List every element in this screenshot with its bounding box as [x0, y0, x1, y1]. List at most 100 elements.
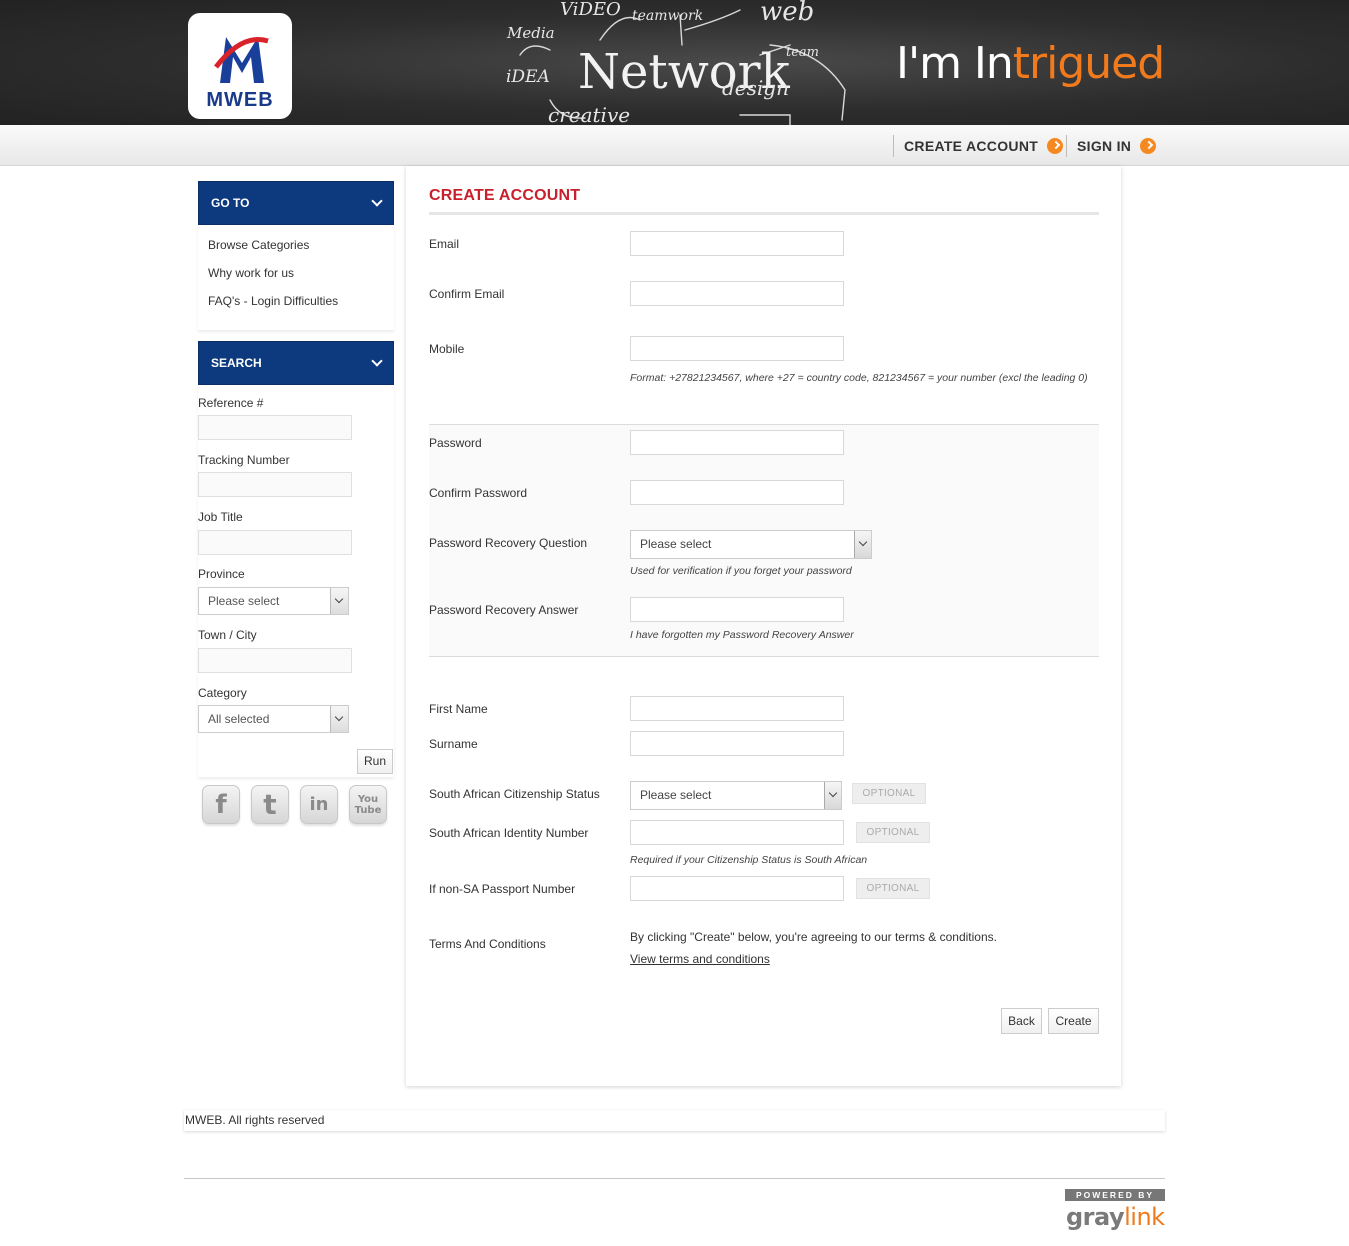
twitter-icon[interactable]: t [251, 785, 289, 824]
arrow-right-icon [1047, 138, 1064, 154]
create-account-label: CREATE ACCOUNT [904, 138, 1039, 154]
chevron-down-icon [371, 355, 383, 367]
top-nav-bar: CREATE ACCOUNT SIGN IN [0, 125, 1349, 166]
town-city-input[interactable] [198, 648, 352, 673]
mweb-logo[interactable]: MWEB [188, 13, 292, 119]
citizenship-value: Please select [640, 788, 712, 802]
job-title-label: Job Title [198, 510, 243, 524]
site-header: MWEB ViDEO teamwork web Media team iDEA … [0, 0, 1349, 125]
section-divider [429, 656, 1099, 657]
reference-label: Reference # [198, 396, 264, 410]
chalkboard-illustration: ViDEO teamwork web Media team iDEA Netwo… [506, 0, 846, 125]
province-select[interactable]: Please select [198, 587, 349, 615]
mobile-hint: Format: +27821234567, where +27 = countr… [630, 372, 1088, 384]
first-name-label: First Name [429, 702, 488, 716]
town-city-label: Town / City [198, 628, 257, 642]
graylink-logo[interactable]: graylink [1066, 1203, 1165, 1231]
copyright-text: MWEB. All rights reserved [185, 1113, 325, 1127]
sidebar-item-browse-categories[interactable]: Browse Categories [208, 238, 394, 266]
graylink-accent: link [1124, 1203, 1165, 1231]
surname-field[interactable] [630, 731, 844, 756]
job-title-input[interactable] [198, 530, 352, 555]
chalk-word-idea: iDEA [506, 67, 550, 87]
chalk-word-teamwork: teamwork [632, 8, 703, 24]
goto-title: GO TO [211, 196, 250, 210]
tracking-number-label: Tracking Number [198, 453, 290, 467]
social-links: f t in You Tube [202, 785, 387, 824]
recovery-question-select[interactable]: Please select [630, 530, 872, 559]
goto-links: Browse Categories Why work for us FAQ's … [198, 225, 394, 330]
sign-in-label: SIGN IN [1077, 138, 1132, 154]
facebook-icon[interactable]: f [202, 785, 240, 824]
mobile-label: Mobile [429, 342, 465, 356]
province-label: Province [198, 567, 245, 581]
goto-panel-header[interactable]: GO TO [198, 181, 394, 225]
mweb-logo-mark-icon [214, 37, 269, 83]
sign-in-link[interactable]: SIGN IN [1066, 135, 1157, 157]
category-value: All selected [208, 712, 270, 726]
confirm-password-field[interactable] [630, 480, 844, 505]
section-divider [429, 424, 1099, 425]
chevron-down-icon [824, 782, 841, 809]
province-value: Please select [208, 594, 280, 608]
recovery-answer-field[interactable] [630, 597, 844, 622]
chevron-down-icon [330, 706, 348, 732]
reference-input[interactable] [198, 415, 352, 440]
footer-copyright-bar: MWEB. All rights reserved [184, 1110, 1165, 1131]
chevron-down-icon [854, 531, 871, 558]
id-number-hint: Required if your Citizenship Status is S… [630, 854, 868, 866]
optional-badge: OPTIONAL [856, 822, 930, 843]
mobile-field[interactable] [630, 336, 844, 361]
chevron-down-icon [330, 588, 348, 614]
surname-label: Surname [429, 737, 478, 751]
youtube-icon[interactable]: You Tube [349, 785, 387, 824]
first-name-field[interactable] [630, 696, 844, 721]
category-label: Category [198, 686, 247, 700]
tagline-accent: trigued [1012, 38, 1165, 89]
sidebar-item-faq-login[interactable]: FAQ's - Login Difficulties [208, 294, 394, 322]
arrow-right-icon [1140, 138, 1157, 154]
sidebar: GO TO Browse Categories Why work for us … [198, 181, 394, 777]
search-title: SEARCH [211, 356, 262, 370]
terms-text: By clicking "Create" below, you're agree… [630, 930, 997, 944]
chalk-word-media: Media [506, 24, 555, 42]
sidebar-item-why-work-for-us[interactable]: Why work for us [208, 266, 394, 294]
confirm-email-label: Confirm Email [429, 287, 505, 301]
id-number-label: South African Identity Number [429, 826, 589, 840]
recovery-answer-label: Password Recovery Answer [429, 603, 579, 617]
search-panel-header[interactable]: SEARCH [198, 341, 394, 385]
create-account-link[interactable]: CREATE ACCOUNT [893, 135, 1064, 157]
tracking-number-input[interactable] [198, 472, 352, 497]
email-label: Email [429, 237, 460, 251]
chalk-word-web: web [760, 0, 814, 27]
run-button[interactable]: Run [357, 749, 393, 774]
confirm-password-label: Confirm Password [429, 486, 528, 500]
back-button[interactable]: Back [1001, 1008, 1042, 1034]
view-terms-link[interactable]: View terms and conditions [630, 952, 770, 966]
chevron-down-icon [371, 195, 383, 207]
recovery-question-hint: Used for verification if you forget your… [630, 565, 852, 577]
passport-field[interactable] [630, 876, 844, 901]
password-label: Password [429, 436, 482, 450]
create-account-panel: CREATE ACCOUNT Email Confirm Email Mobil… [406, 166, 1121, 1086]
confirm-email-field[interactable] [630, 281, 844, 306]
linkedin-icon[interactable]: in [300, 785, 338, 824]
forgot-recovery-answer-link[interactable]: I have forgotten my Password Recovery An… [630, 628, 854, 642]
passport-label: If non-SA Passport Number [429, 882, 576, 896]
email-field[interactable] [630, 231, 844, 256]
citizenship-label: South African Citizenship Status [429, 787, 600, 801]
title-divider [429, 212, 1099, 215]
citizenship-select[interactable]: Please select [630, 781, 842, 810]
terms-label: Terms And Conditions [429, 937, 546, 951]
chalk-word-video: ViDEO [560, 0, 621, 20]
id-number-field[interactable] [630, 820, 844, 845]
graylink-main: gray [1066, 1203, 1125, 1231]
recovery-question-value: Please select [640, 537, 712, 551]
tagline-prefix: I'm In [896, 38, 1014, 89]
search-panel: Reference # Tracking Number Job Title Pr… [198, 385, 394, 777]
password-field[interactable] [630, 430, 844, 455]
create-button[interactable]: Create [1048, 1008, 1099, 1034]
recovery-question-label: Password Recovery Question [429, 536, 588, 550]
powered-by-label: POWERED BY [1065, 1189, 1165, 1201]
category-select[interactable]: All selected [198, 705, 349, 733]
